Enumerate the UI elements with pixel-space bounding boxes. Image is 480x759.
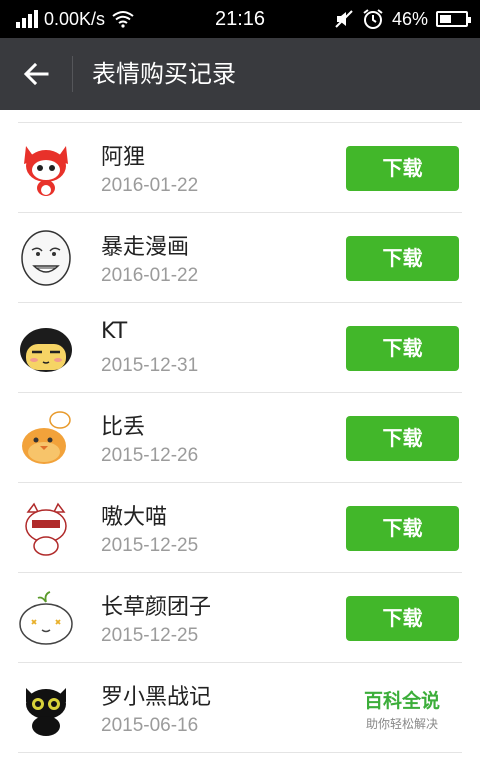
battery-icon <box>436 11 471 27</box>
aodamiao-cat-sticker-icon <box>25 502 67 556</box>
sticker-name: 罗小黑战记 <box>101 685 212 710</box>
watermark-title: 百科全说 <box>363 690 440 712</box>
sticker-name: 嗷大喵 <box>101 505 168 530</box>
purchase-date: 2015-12-25 <box>101 535 199 556</box>
list-item: 长草颜团子 2015-12-25 下载 <box>0 573 480 663</box>
status-right: 46% <box>334 0 471 38</box>
bidiu-chick-sticker-icon <box>22 411 71 464</box>
status-bar: 0.00K/s 21:16 46% <box>0 0 480 38</box>
alarm-icon <box>363 9 383 29</box>
download-button[interactable]: 下载 <box>346 326 459 371</box>
list-item: 罗小黑战记 2015-06-16 百科全说 助你轻松解决 <box>0 663 480 753</box>
battery-percent: 46% <box>391 8 428 29</box>
title-bar: 表情购买记录 <box>0 38 480 110</box>
download-button[interactable]: 下载 <box>346 416 459 461</box>
mute-icon <box>335 10 353 28</box>
rage-face-sticker-icon <box>21 230 71 286</box>
list-item: 嗷大喵 2015-12-25 下载 <box>0 483 480 573</box>
back-arrow-icon <box>23 62 49 86</box>
purchase-date: 2015-06-16 <box>101 715 199 736</box>
watermark-logo: 百科全说 助你轻松解决 <box>344 683 460 731</box>
purchase-date: 2015-12-25 <box>101 625 199 646</box>
list-item: KT 2015-12-31 下载 <box>0 303 480 393</box>
purchase-date: 2016-01-22 <box>101 265 199 286</box>
sticker-name: 比丢 <box>101 415 146 440</box>
sticker-name: 阿狸 <box>101 145 146 170</box>
sticker-name: KT <box>101 319 128 344</box>
kt-girl-sticker-icon <box>20 328 72 372</box>
page-title: 表情购买记录 <box>92 60 236 88</box>
sticker-name: 暴走漫画 <box>101 235 190 260</box>
list-item: 比丢 2015-12-26 下载 <box>0 393 480 483</box>
watermark-subtitle: 助你轻松解决 <box>365 717 438 731</box>
purchase-date: 2015-12-26 <box>101 445 199 466</box>
luoxiaohei-cat-sticker-icon <box>26 688 66 736</box>
row-divider <box>18 752 462 753</box>
download-button[interactable]: 下载 <box>346 506 459 551</box>
changcao-dumpling-sticker-icon <box>19 591 73 645</box>
download-button[interactable]: 下载 <box>346 596 459 641</box>
purchase-date: 2015-12-31 <box>101 355 199 376</box>
title-divider <box>72 56 73 92</box>
ahri-fox-sticker-icon <box>24 146 68 196</box>
list-item: 暴走漫画 2016-01-22 下载 <box>0 213 480 303</box>
back-button[interactable] <box>12 50 60 98</box>
list-item: 阿狸 2016-01-22 下载 <box>0 123 480 213</box>
purchase-date: 2016-01-22 <box>101 175 199 196</box>
sticker-name: 长草颜团子 <box>101 595 212 620</box>
download-button[interactable]: 下载 <box>346 146 459 191</box>
download-button[interactable]: 下载 <box>346 236 459 281</box>
